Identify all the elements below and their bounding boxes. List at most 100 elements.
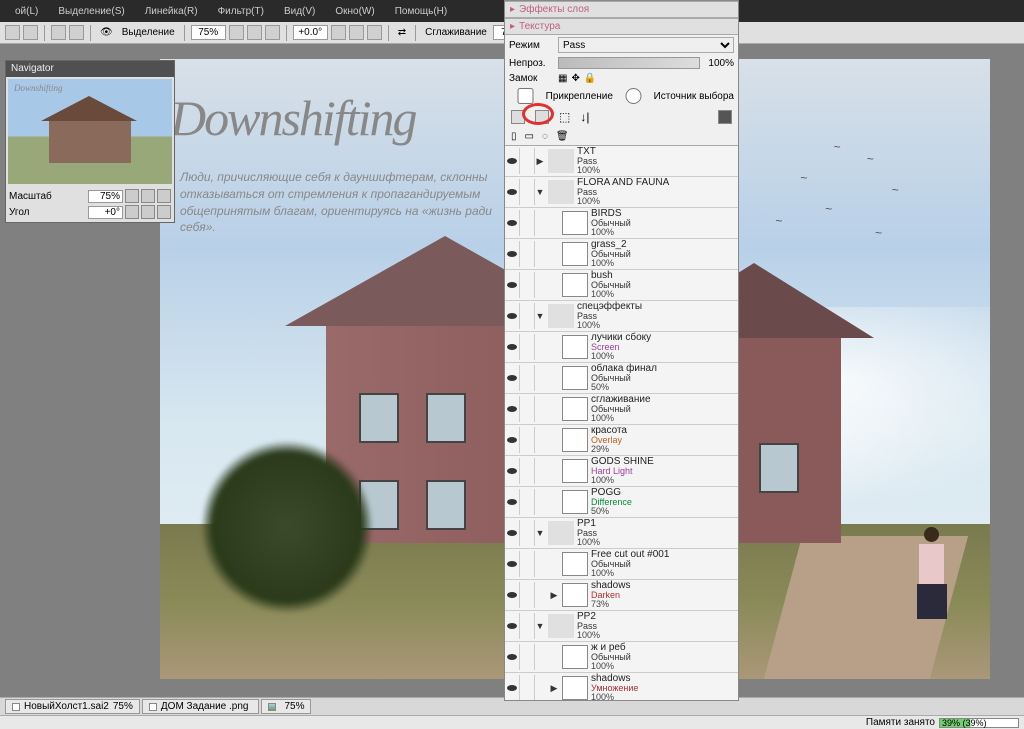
document-tab[interactable]: 75%: [261, 699, 311, 714]
tool-button[interactable]: [69, 25, 84, 40]
rotate-reset-button[interactable]: [367, 25, 382, 40]
layer-row[interactable]: ж и ребОбычный100%: [505, 642, 738, 673]
menu-item[interactable]: ой(L): [5, 6, 48, 17]
visibility-toggle[interactable]: [505, 365, 520, 391]
clip-checkbox[interactable]: [509, 88, 542, 104]
lock-move-icon[interactable]: ✥: [571, 73, 579, 84]
navigator-preview[interactable]: Downshifting: [8, 79, 172, 184]
visibility-toggle[interactable]: [505, 582, 520, 608]
angle-value[interactable]: +0°: [88, 206, 123, 219]
layer-row[interactable]: ▼PP1Pass100%: [505, 518, 738, 549]
visibility-toggle[interactable]: [505, 520, 520, 546]
lock-toggle[interactable]: [520, 365, 535, 391]
angle-left-button[interactable]: [125, 205, 139, 219]
layer-row[interactable]: BIRDSОбычный100%: [505, 208, 738, 239]
lock-toggle[interactable]: [520, 582, 535, 608]
layer-row[interactable]: bushОбычный100%: [505, 270, 738, 301]
layer-row[interactable]: облака финалОбычный50%: [505, 363, 738, 394]
tool-button[interactable]: [51, 25, 66, 40]
zoom-reset-button[interactable]: [265, 25, 280, 40]
layer-row[interactable]: Free cut out #001Обычный100%: [505, 549, 738, 580]
rotate-left-button[interactable]: [331, 25, 346, 40]
source-radio[interactable]: [617, 88, 650, 104]
zoom-out-button[interactable]: [229, 25, 244, 40]
flatten-icon[interactable]: ▭: [525, 131, 534, 142]
layer-row[interactable]: ▼спецэффектыPass100%: [505, 301, 738, 332]
expand-icon[interactable]: ▶: [535, 156, 545, 167]
visibility-toggle[interactable]: [505, 148, 520, 174]
lock-toggle[interactable]: [520, 458, 535, 484]
document-tab[interactable]: ДОМ Задание .png: [142, 699, 260, 714]
zoom-input[interactable]: [191, 25, 226, 40]
lock-pixels-icon[interactable]: ▦: [558, 73, 567, 84]
rotate-right-button[interactable]: [349, 25, 364, 40]
layer-row[interactable]: красотаOverlay29%: [505, 425, 738, 456]
visibility-toggle[interactable]: [505, 489, 520, 515]
menu-item[interactable]: Выделение(S): [48, 6, 134, 17]
expand-icon[interactable]: ▶: [549, 590, 559, 601]
visibility-toggle[interactable]: [505, 675, 520, 700]
panel-menu-icon[interactable]: [718, 110, 732, 124]
scale-value[interactable]: 75%: [88, 190, 123, 203]
visibility-toggle[interactable]: [505, 272, 520, 298]
scale-up-button[interactable]: [141, 189, 155, 203]
merge-icon[interactable]: ▯: [511, 131, 517, 142]
visibility-toggle[interactable]: [505, 644, 520, 670]
visibility-toggle[interactable]: [505, 334, 520, 360]
scale-reset-button[interactable]: [157, 189, 171, 203]
menu-item[interactable]: Вид(V): [274, 6, 325, 17]
clip-down-icon[interactable]: ↓|: [580, 110, 589, 124]
texture-section[interactable]: Текстура: [505, 18, 738, 35]
delete-icon[interactable]: 🗑: [556, 131, 569, 142]
lock-toggle[interactable]: [520, 489, 535, 515]
lock-toggle[interactable]: [520, 179, 535, 205]
visibility-toggle[interactable]: [505, 551, 520, 577]
lock-toggle[interactable]: [520, 644, 535, 670]
layer-row[interactable]: лучики сбокуScreen100%: [505, 332, 738, 363]
lock-toggle[interactable]: [520, 334, 535, 360]
visibility-toggle[interactable]: [505, 210, 520, 236]
lock-toggle[interactable]: [520, 551, 535, 577]
scale-down-button[interactable]: [125, 189, 139, 203]
mask-icon[interactable]: ⬚: [559, 110, 570, 124]
layer-row[interactable]: POGGDifference50%: [505, 487, 738, 518]
lock-toggle[interactable]: [520, 613, 535, 639]
expand-icon[interactable]: ▶: [549, 683, 559, 694]
flip-icon[interactable]: ⇄: [395, 27, 409, 38]
visibility-toggle[interactable]: [505, 179, 520, 205]
tool-button[interactable]: [23, 25, 38, 40]
lock-toggle[interactable]: [520, 427, 535, 453]
menu-item[interactable]: Фильтр(T): [208, 6, 274, 17]
menu-item[interactable]: Помощь(H): [385, 6, 458, 17]
document-tab[interactable]: НовыйХолст1.sai275%: [5, 699, 140, 714]
expand-icon[interactable]: ▼: [535, 187, 545, 197]
lock-toggle[interactable]: [520, 241, 535, 267]
lock-toggle[interactable]: [520, 520, 535, 546]
angle-input[interactable]: [293, 25, 328, 40]
lock-all-icon[interactable]: 🔒: [584, 73, 596, 84]
visibility-toggle[interactable]: [505, 396, 520, 422]
mode-select[interactable]: Pass: [558, 37, 734, 53]
lock-toggle[interactable]: [520, 303, 535, 329]
layer-row[interactable]: GODS SHINEHard Light100%: [505, 456, 738, 487]
effects-section[interactable]: Эффекты слоя: [505, 1, 738, 18]
layer-row[interactable]: ▶shadowsDarken73%: [505, 580, 738, 611]
layer-row[interactable]: ▶TXTPass100%: [505, 146, 738, 177]
layer-row[interactable]: сглаживаниеОбычный100%: [505, 394, 738, 425]
angle-reset-button[interactable]: [157, 205, 171, 219]
clear-icon[interactable]: ◌: [542, 131, 548, 142]
visibility-toggle[interactable]: [505, 427, 520, 453]
lock-toggle[interactable]: [520, 148, 535, 174]
tool-button[interactable]: [5, 25, 20, 40]
layer-row[interactable]: ▼PP2Pass100%: [505, 611, 738, 642]
layer-row[interactable]: ▶shadowsУмножение100%: [505, 673, 738, 700]
visibility-toggle[interactable]: [505, 458, 520, 484]
zoom-in-button[interactable]: [247, 25, 262, 40]
angle-right-button[interactable]: [141, 205, 155, 219]
menu-item[interactable]: Линейка(R): [135, 6, 208, 17]
visibility-toggle[interactable]: [505, 613, 520, 639]
expand-icon[interactable]: ▼: [535, 621, 545, 631]
lock-toggle[interactable]: [520, 396, 535, 422]
expand-icon[interactable]: ▼: [535, 528, 545, 538]
eye-icon[interactable]: 👁: [97, 27, 116, 38]
